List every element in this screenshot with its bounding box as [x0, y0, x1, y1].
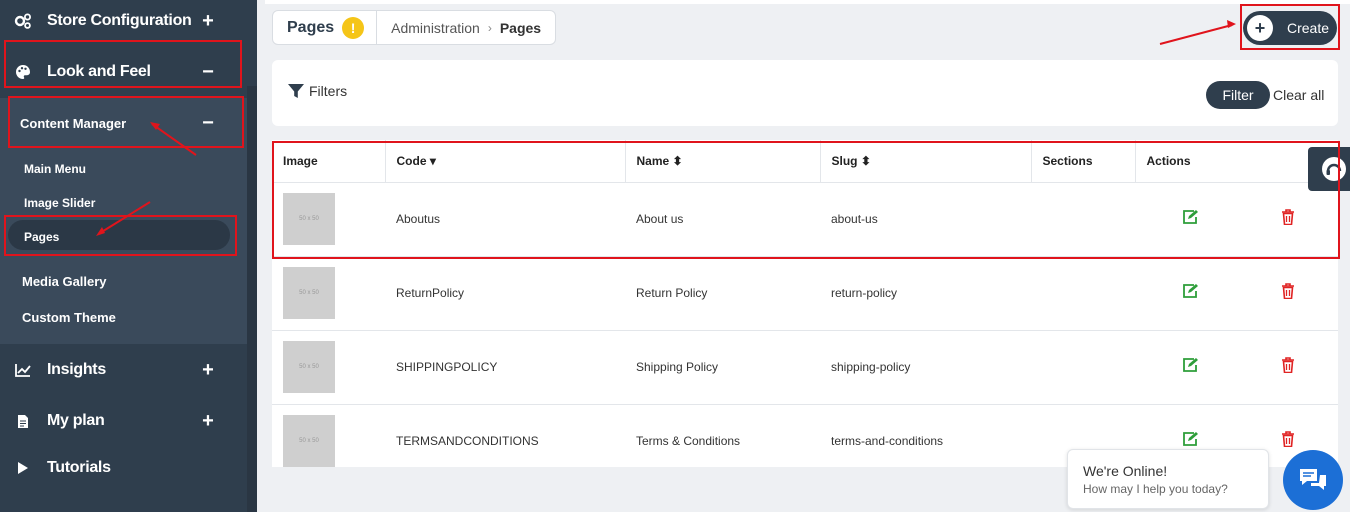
annotation-arrows — [96, 20, 1236, 236]
